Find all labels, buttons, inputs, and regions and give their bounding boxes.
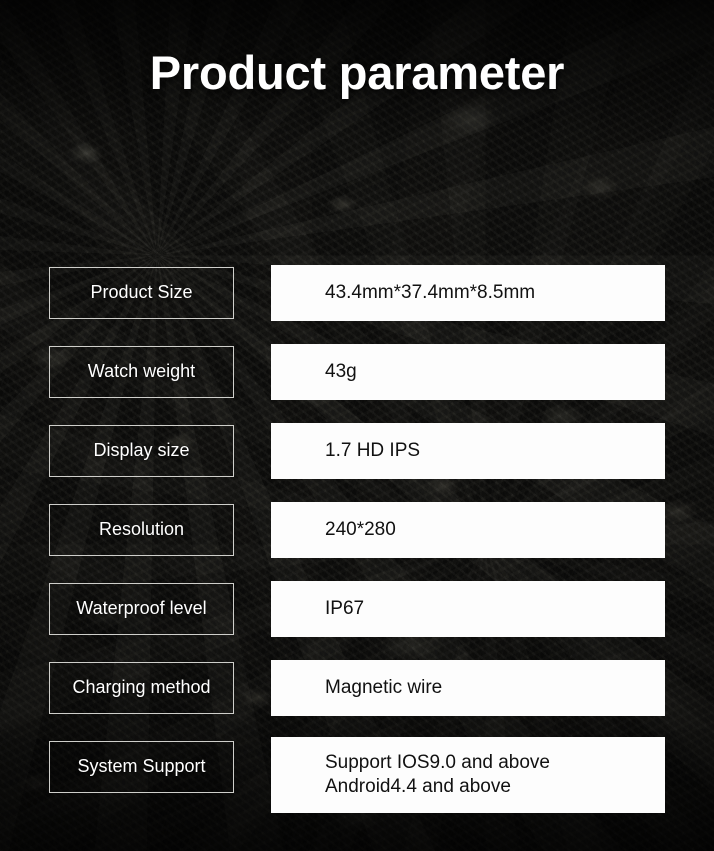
spec-value: 43g <box>271 344 665 400</box>
spec-value: 240*280 <box>271 502 665 558</box>
spec-value-line: Android4.4 and above <box>325 776 511 797</box>
spec-row: Charging method Magnetic wire <box>49 660 665 741</box>
spec-row: System Support Support IOS9.0 and above An… <box>49 737 665 837</box>
spec-value-line: IP67 <box>325 597 365 619</box>
page-title: Product parameter <box>149 46 565 99</box>
spec-label: Watch weight <box>49 346 234 398</box>
spec-value-line: 43g <box>325 360 357 382</box>
spec-value-line: 43.4mm*37.4mm*8.5mm <box>325 281 536 303</box>
spec-value-line: Magnetic wire <box>325 676 443 698</box>
spec-value: Support IOS9.0 and above Android4.4 and a… <box>271 737 665 813</box>
spec-label: Resolution <box>49 504 234 556</box>
spec-value: Magnetic wire <box>271 660 665 716</box>
spec-value-line: 240*280 <box>325 518 396 540</box>
spec-value: 43.4mm*37.4mm*8.5mm <box>271 265 665 321</box>
spec-row: Watch weight 43g <box>49 344 665 425</box>
spec-row: Waterproof level IP67 <box>49 581 665 662</box>
spec-label: Waterproof level <box>49 583 234 635</box>
spec-value: IP67 <box>271 581 665 637</box>
spec-value-line: Support IOS9.0 and above <box>325 751 550 773</box>
spec-label: Product Size <box>49 267 234 319</box>
spec-row: Product Size 43.4mm*37.4mm*8.5mm <box>49 265 665 346</box>
specification-table: Product Size 43.4mm*37.4mm*8.5mm Watch wei… <box>49 265 665 837</box>
spec-label: Charging method <box>49 662 234 714</box>
product-parameter-page: Product parameter Product Size 43.4mm*37.… <box>0 0 714 851</box>
spec-row: Resolution 240*280 <box>49 502 665 583</box>
spec-label: Display size <box>49 425 234 477</box>
spec-value: 1.7 HD IPS <box>271 423 665 479</box>
spec-value-line: 1.7 HD IPS <box>325 439 421 461</box>
spec-row: Display size 1.7 HD IPS <box>49 423 665 504</box>
spec-label: System Support <box>49 741 234 793</box>
